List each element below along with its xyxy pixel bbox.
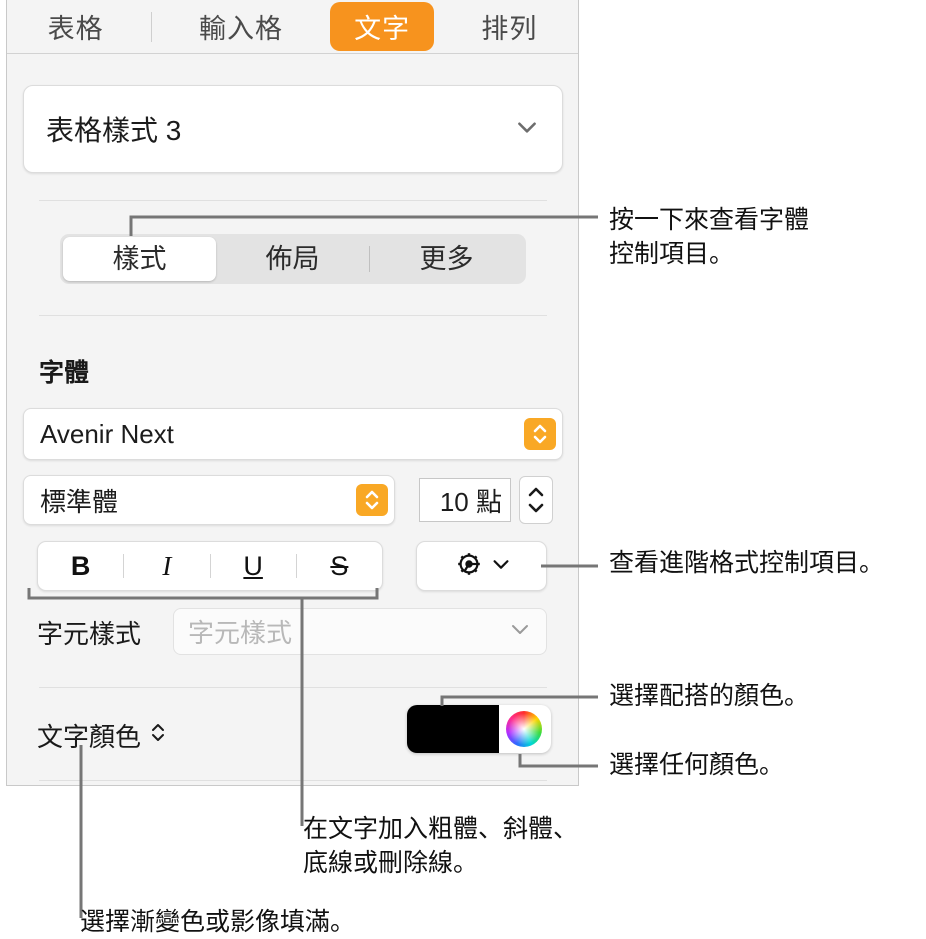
tab-arrange[interactable]: 排列 [463, 3, 555, 50]
font-section-title: 字體 [39, 359, 90, 387]
divider-1 [39, 200, 547, 201]
table-style-popup-button[interactable]: 表格樣式 3 [23, 85, 563, 173]
text-color-disclosure[interactable]: 文字顏色 [37, 717, 167, 754]
chevron-up-down-icon [356, 484, 388, 516]
bold-button[interactable]: B [38, 542, 123, 590]
underline-button[interactable]: U [211, 542, 296, 590]
italic-button[interactable]: I [124, 542, 209, 590]
character-style-popup-button[interactable]: 字元樣式 [173, 608, 547, 655]
callout-text-styles: 在文字加入粗體、斜體、 底線或刪除線。 [303, 815, 579, 877]
chevron-down-icon [514, 114, 540, 145]
segment-more[interactable]: 更多 [370, 237, 523, 281]
callout-any-color: 選擇任何顏色。 [609, 751, 785, 779]
text-style-button-group: B I U S [37, 541, 383, 591]
font-size-input[interactable]: 10 點 [419, 478, 511, 522]
strikethrough-button[interactable]: S [297, 542, 382, 590]
character-style-label: 字元樣式 [37, 619, 142, 649]
chevron-down-icon [490, 553, 512, 580]
color-swatch-button[interactable] [407, 705, 499, 753]
advanced-format-options-button[interactable] [416, 541, 547, 591]
chevron-up-down-icon [528, 487, 544, 513]
chevron-up-down-icon [149, 719, 167, 752]
color-wheel-icon[interactable] [506, 711, 542, 747]
font-family-popup-button[interactable]: Avenir Next [23, 408, 563, 460]
callout-font-controls: 按一下來查看字體 控制項目。 [609, 206, 810, 268]
gear-icon [452, 547, 486, 586]
chevron-up-down-icon [524, 418, 556, 450]
font-style-value: 標準體 [40, 486, 119, 517]
divider-3 [39, 687, 547, 688]
callout-advanced-format: 查看進階格式控制項目。 [609, 549, 885, 577]
divider-2 [39, 315, 547, 316]
tab-cell[interactable]: 輸入格 [181, 3, 301, 50]
style-layout-more-segmented-control: 樣式 佈局 更多 [60, 234, 526, 284]
font-size-stepper[interactable] [519, 476, 553, 524]
chevron-down-icon [508, 617, 532, 646]
table-style-value: 表格樣式 3 [46, 115, 182, 146]
callout-matching-color: 選擇配搭的顏色。 [609, 682, 810, 710]
segment-style[interactable]: 樣式 [63, 237, 216, 281]
tab-table[interactable]: 表格 [30, 3, 122, 50]
text-color-controls [407, 705, 551, 753]
inspector-tab-bar: 表格 輸入格 文字 排列 [7, 0, 578, 54]
font-family-value: Avenir Next [40, 418, 174, 449]
tab-text[interactable]: 文字 [330, 2, 435, 51]
text-color-label-text: 文字顏色 [37, 722, 142, 752]
font-style-popup-button[interactable]: 標準體 [23, 475, 395, 525]
callout-gradient-fill: 選擇漸變色或影像填滿。 [80, 908, 356, 936]
segment-layout[interactable]: 佈局 [216, 237, 369, 281]
format-inspector-panel: 表格 輸入格 文字 排列 表格樣式 3 樣式 佈局 更多 字體 Avenir N… [6, 0, 579, 786]
character-style-placeholder: 字元樣式 [188, 618, 293, 648]
divider-4 [39, 780, 547, 781]
tab-divider [150, 11, 152, 42]
font-size-value: 10 點 [439, 486, 502, 517]
